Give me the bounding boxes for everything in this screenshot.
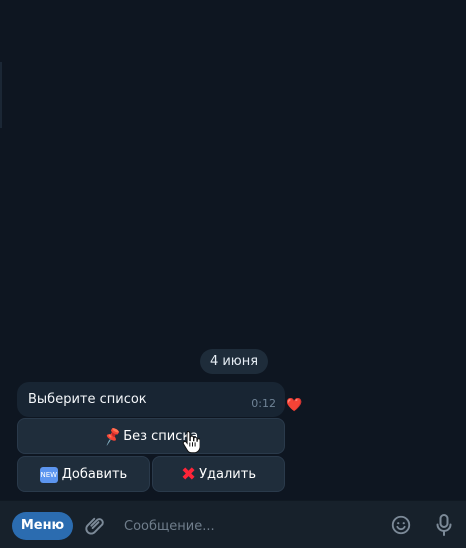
bot-message: Выберите список 0:12 [17, 382, 285, 417]
message-composer: Меню [0, 500, 466, 548]
inline-keyboard-button-add[interactable]: NEW Добавить [17, 456, 150, 492]
inline-keyboard-button-delete[interactable]: ✖ Удалить [152, 456, 285, 492]
chat-area: 4 июня Выберите список 0:12 ❤️ 📌 Без спи… [0, 0, 466, 500]
message-time: 0:12 [251, 397, 276, 410]
button-label-add: Добавить [61, 467, 128, 482]
new-badge-icon: NEW [39, 467, 58, 483]
message-input[interactable] [122, 515, 356, 537]
button-label-delete: Удалить [199, 467, 256, 482]
telegram-chat-window: 4 июня Выберите список 0:12 ❤️ 📌 Без спи… [0, 0, 466, 548]
menu-button[interactable]: Меню [12, 512, 73, 540]
date-separator: 4 июня [200, 349, 268, 374]
pushpin-icon: 📌 [101, 427, 123, 447]
paperclip-icon[interactable] [84, 514, 106, 536]
message-text: Выберите список [28, 392, 147, 407]
smile-icon[interactable] [390, 514, 412, 536]
microphone-icon[interactable] [435, 513, 453, 537]
inline-keyboard-button-no-list[interactable]: 📌 Без списка [17, 418, 285, 454]
heart-reaction-icon[interactable]: ❤️ [286, 399, 302, 413]
button-label-no-list: Без списка [123, 429, 199, 444]
cross-mark-icon: ✖ [181, 464, 197, 485]
